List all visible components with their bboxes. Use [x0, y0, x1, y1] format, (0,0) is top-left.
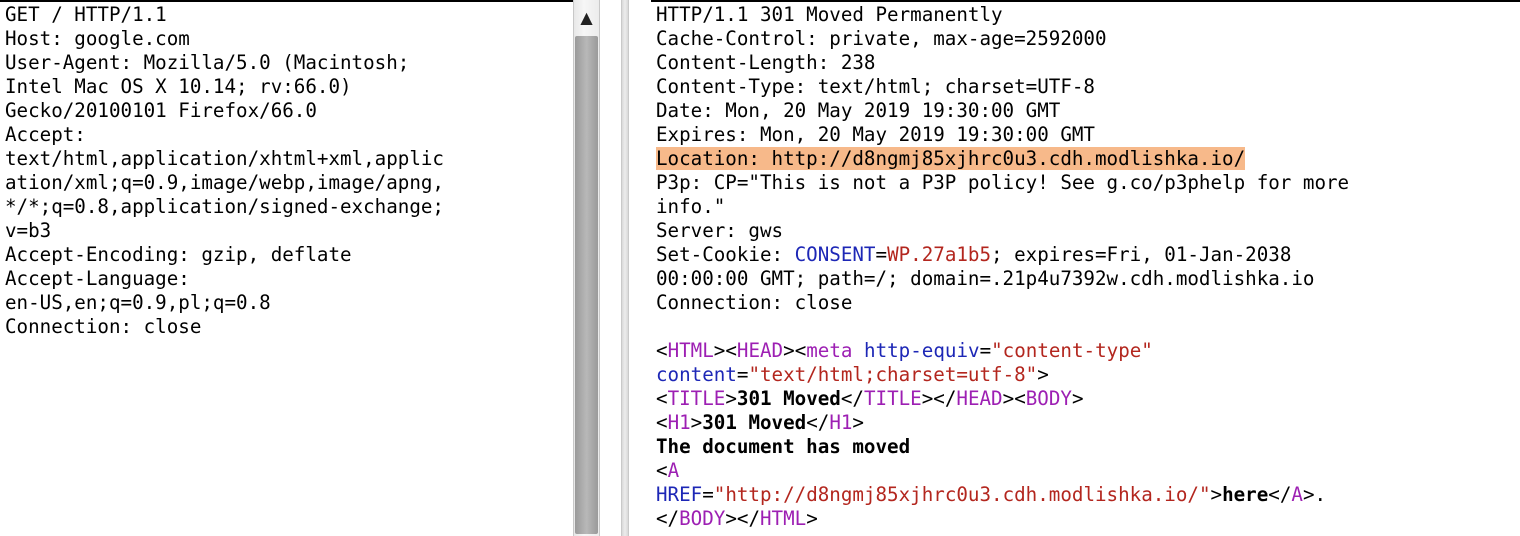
response-header-set-cookie: Set-Cookie: CONSENT=WP.27a1b5; expires=F… — [656, 243, 1349, 267]
scrollbar-thumb[interactable] — [575, 36, 598, 534]
cookie-name: CONSENT — [794, 243, 876, 266]
response-header-connection: Connection: close — [656, 291, 853, 314]
h1-text: 301 Moved — [702, 411, 807, 434]
body-line-close: </BODY></HTML> — [656, 507, 818, 530]
head-tag: HEAD — [736, 339, 784, 362]
body-tag: BODY — [1025, 387, 1072, 410]
body-line-h1: <H1>301 Moved</H1> — [656, 411, 864, 434]
link-text: here — [1222, 483, 1269, 506]
body-line-href: HREF="http://d8ngmj85xjhrc0u3.cdh.modlis… — [656, 483, 1327, 506]
set-cookie-label: Set-Cookie: — [656, 243, 795, 266]
cookie-attributes: ; expires=Fri, 01-Jan-2038 — [991, 243, 1292, 266]
body-line-title: <TITLE>301 Moved</TITLE></HEAD><BODY> — [656, 387, 1084, 410]
request-line: GET / HTTP/1.1 — [5, 3, 167, 26]
response-header-p3p-cont: info." — [656, 195, 726, 218]
split-divider-handle[interactable] — [621, 0, 629, 536]
request-header-accept-value: v=b3 — [5, 219, 52, 242]
request-header-user-agent-cont: Intel Mac OS X 10.14; rv:66.0) — [5, 75, 352, 98]
body-line-meta-content: content="text/html;charset=utf-8"> — [656, 363, 1049, 386]
request-header-accept-language: Accept-Language: — [5, 267, 190, 290]
request-pane[interactable]: GET / HTTP/1.1 Host: google.com User-Age… — [0, 0, 573, 536]
content-attr: content — [656, 363, 737, 386]
response-header-expires: Expires: Mon, 20 May 2019 19:30:00 GMT — [656, 123, 1095, 146]
body-line-anchor-open: <A — [656, 459, 680, 482]
content-value: "text/html;charset=utf-8" — [748, 363, 1038, 386]
response-header-location-highlighted[interactable]: Location: http://d8ngmj85xjhrc0u3.cdh.mo… — [656, 147, 1246, 170]
href-value: "http://d8ngmj85xjhrc0u3.cdh.modlishka.i… — [713, 483, 1211, 506]
request-header-accept-value: text/html,application/xhtml+xml,applic — [5, 147, 444, 170]
response-header-server: Server: gws — [656, 219, 784, 242]
request-header-accept-value: */*;q=0.8,application/signed-exchange; — [5, 195, 444, 218]
response-header-set-cookie-cont: 00:00:00 GMT; path=/; domain=.21p4u7392w… — [656, 267, 1315, 290]
response-header-cache-control: Cache-Control: private, max-age=2592000 — [656, 27, 1107, 50]
request-text[interactable]: GET / HTTP/1.1 Host: google.com User-Age… — [5, 3, 444, 339]
response-header-content-length: Content-Length: 238 — [656, 51, 876, 74]
title-tag: TITLE — [667, 387, 726, 410]
meta-tag: meta — [806, 339, 853, 362]
request-header-accept: Accept: — [5, 123, 86, 146]
title-text: 301 Moved — [736, 387, 841, 410]
http-equiv-value: "content-type" — [991, 339, 1153, 362]
response-pane[interactable]: HTTP/1.1 301 Moved Permanently Cache-Con… — [651, 0, 1520, 536]
cookie-value: WP.27a1b5 — [887, 243, 992, 266]
request-header-accept-value: ation/xml;q=0.9,image/webp,image/apng, — [5, 171, 444, 194]
href-attr: HREF — [656, 483, 703, 506]
response-text[interactable]: HTTP/1.1 301 Moved Permanently Cache-Con… — [656, 3, 1349, 531]
response-header-date: Date: Mon, 20 May 2019 19:30:00 GMT — [656, 99, 1061, 122]
request-header-connection: Connection: close — [5, 315, 202, 338]
scroll-up-arrow-icon[interactable]: ▲ — [574, 2, 599, 34]
request-header-accept-language-value: en-US,en;q=0.9,pl;q=0.8 — [5, 291, 271, 314]
body-line-html-head-meta: <HTML><HEAD><meta http-equiv="content-ty… — [656, 339, 1153, 362]
h1-tag: H1 — [667, 411, 691, 434]
response-header-p3p: P3p: CP="This is not a P3P policy! See g… — [656, 171, 1350, 194]
body-line-document-moved: The document has moved — [656, 435, 911, 458]
a-tag: A — [667, 459, 680, 482]
response-status-line: HTTP/1.1 301 Moved Permanently — [656, 3, 1003, 26]
http-equiv-attr: http-equiv — [864, 339, 980, 362]
html-tag: HTML — [667, 339, 714, 362]
request-header-accept-encoding: Accept-Encoding: gzip, deflate — [5, 243, 352, 266]
request-scrollbar[interactable]: ▲ — [573, 0, 600, 536]
response-header-content-type: Content-Type: text/html; charset=UTF-8 — [656, 75, 1095, 98]
cookie-equals: = — [875, 243, 888, 266]
request-header-user-agent-cont: Gecko/20100101 Firefox/66.0 — [5, 99, 317, 122]
request-header-host: Host: google.com — [5, 27, 190, 50]
request-header-user-agent: User-Agent: Mozilla/5.0 (Macintosh; — [5, 51, 410, 74]
